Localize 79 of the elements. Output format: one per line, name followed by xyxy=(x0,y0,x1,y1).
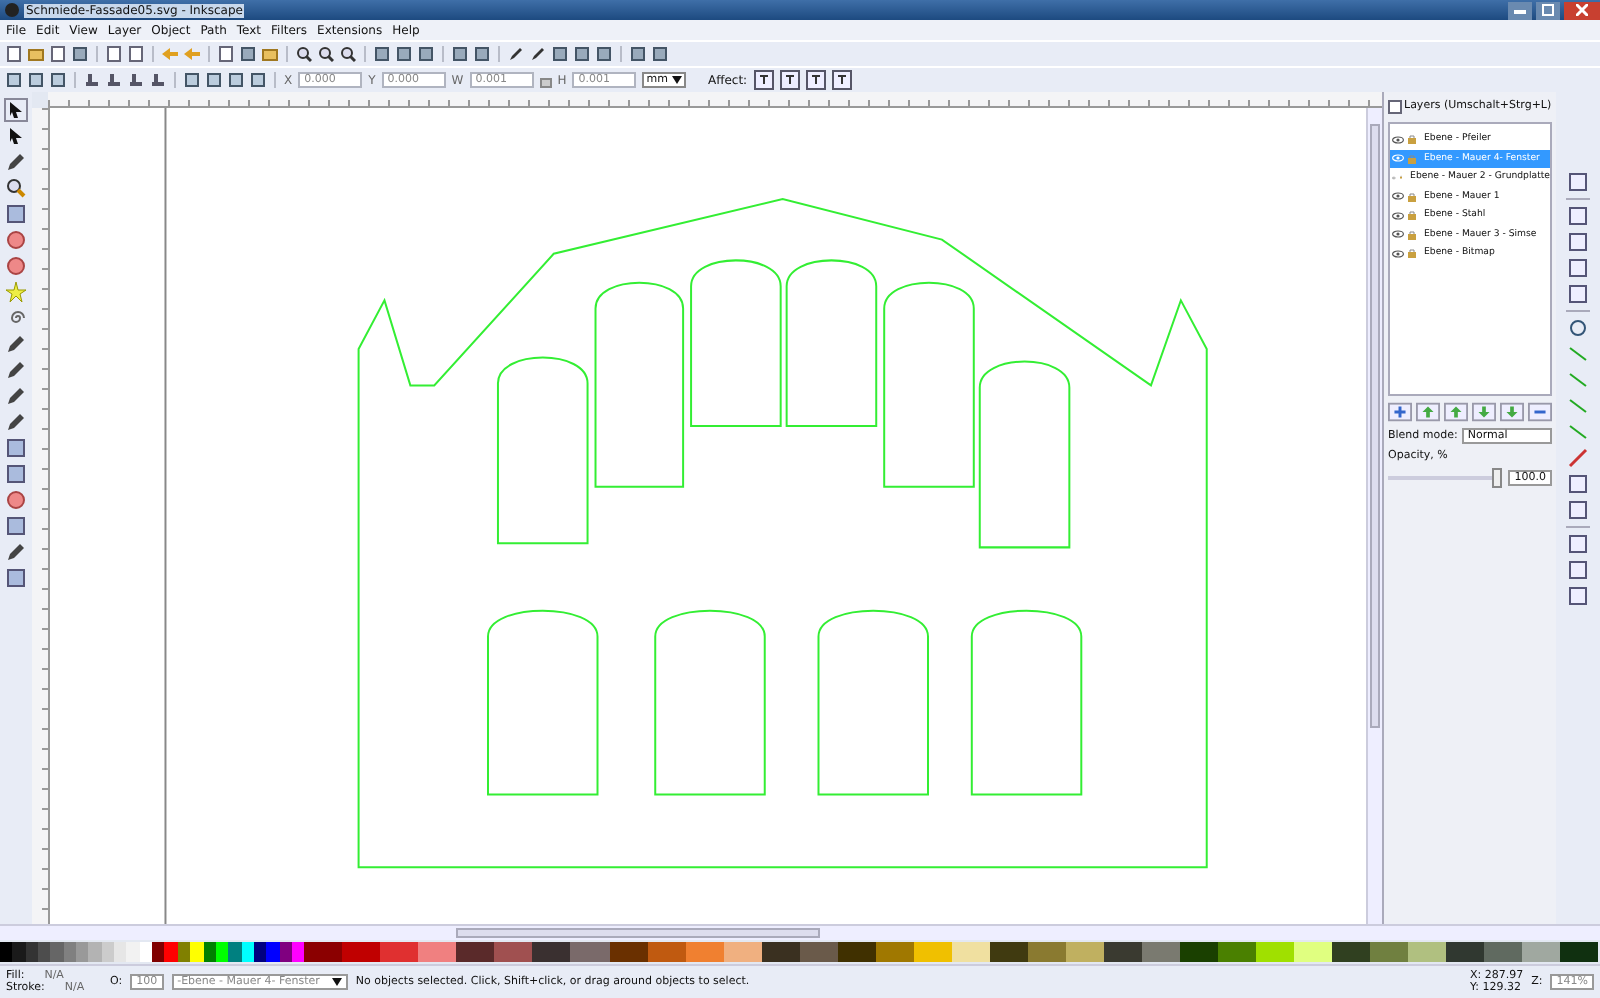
square-icon[interactable] xyxy=(1568,560,1588,580)
square-icon[interactable] xyxy=(184,72,200,88)
folder-icon[interactable] xyxy=(262,46,278,62)
up-arrow-icon[interactable] xyxy=(1416,402,1440,422)
affect-toggle-icon[interactable] xyxy=(831,70,852,90)
app-icon xyxy=(4,2,20,18)
square-icon[interactable] xyxy=(250,72,266,88)
down-arrow-icon[interactable] xyxy=(1472,402,1496,422)
eye-icon[interactable] xyxy=(1392,135,1404,144)
square-icon[interactable] xyxy=(374,46,390,62)
color-palette[interactable] xyxy=(0,942,1600,962)
circle-icon[interactable] xyxy=(6,256,26,276)
eye-icon[interactable] xyxy=(1392,230,1404,239)
square-icon[interactable] xyxy=(6,204,26,224)
eye-icon[interactable] xyxy=(1392,192,1404,201)
affect-toggle-icon[interactable] xyxy=(805,70,826,90)
caret-icon xyxy=(331,978,342,986)
square-icon[interactable] xyxy=(6,516,26,536)
square-icon[interactable] xyxy=(1568,500,1588,520)
slider-thumb[interactable] xyxy=(1492,468,1503,488)
circle-icon[interactable] xyxy=(1568,318,1588,338)
maximize-button[interactable] xyxy=(1536,1,1560,19)
square-icon[interactable] xyxy=(240,46,256,62)
square-icon[interactable] xyxy=(630,46,646,62)
minimize-icon xyxy=(1514,7,1526,13)
square-icon[interactable] xyxy=(6,438,26,458)
square-icon[interactable] xyxy=(6,568,26,588)
square-icon[interactable] xyxy=(652,46,668,62)
minus-icon[interactable] xyxy=(1528,402,1552,422)
star-icon[interactable] xyxy=(6,282,26,302)
square-icon[interactable] xyxy=(1568,206,1588,226)
eye-icon[interactable] xyxy=(1392,211,1404,220)
magnifier-icon[interactable] xyxy=(296,46,312,62)
page-icon[interactable] xyxy=(218,46,234,62)
square-icon[interactable] xyxy=(1568,172,1588,192)
eye-icon[interactable] xyxy=(1392,249,1404,258)
spiral-icon[interactable] xyxy=(6,308,26,328)
layers-icon xyxy=(1388,99,1402,113)
square-icon[interactable] xyxy=(1568,284,1588,304)
square-icon[interactable] xyxy=(474,46,490,62)
square-icon[interactable] xyxy=(28,72,44,88)
square-icon[interactable] xyxy=(1568,534,1588,554)
square-icon[interactable] xyxy=(6,464,26,484)
circle-icon[interactable] xyxy=(6,490,26,510)
down-arrow-icon[interactable] xyxy=(1500,402,1524,422)
square-icon[interactable] xyxy=(206,72,222,88)
square-icon[interactable] xyxy=(72,46,88,62)
page-icon[interactable] xyxy=(6,46,22,62)
plus-icon[interactable] xyxy=(1388,402,1412,422)
square-icon[interactable] xyxy=(1568,474,1588,494)
square-icon[interactable] xyxy=(1568,258,1588,278)
magnifier-icon[interactable] xyxy=(340,46,356,62)
caret-icon xyxy=(671,76,682,84)
magnifier-icon[interactable] xyxy=(6,178,26,198)
square-icon[interactable] xyxy=(574,46,590,62)
affect-toggle-icon[interactable] xyxy=(779,70,800,90)
maximize-icon xyxy=(1542,4,1554,16)
square-icon[interactable] xyxy=(50,72,66,88)
magnifier-icon[interactable] xyxy=(318,46,334,62)
square-icon[interactable] xyxy=(396,46,412,62)
close-icon xyxy=(1576,4,1588,16)
square-icon[interactable] xyxy=(1568,586,1588,606)
affect-toggle-icon[interactable] xyxy=(753,70,774,90)
folder-icon[interactable] xyxy=(28,46,44,62)
close-button[interactable] xyxy=(1564,1,1600,19)
page-icon[interactable] xyxy=(50,46,66,62)
minimize-button[interactable] xyxy=(1508,1,1532,19)
lock-icon[interactable] xyxy=(539,72,552,88)
horizontal-scrollbar[interactable] xyxy=(0,924,1600,940)
square-icon[interactable] xyxy=(1568,232,1588,252)
square-icon[interactable] xyxy=(228,72,244,88)
up-arrow-icon[interactable] xyxy=(1444,402,1468,422)
vertical-scrollbar[interactable] xyxy=(1366,108,1382,924)
square-icon[interactable] xyxy=(552,46,568,62)
square-icon[interactable] xyxy=(452,46,468,62)
circle-icon[interactable] xyxy=(6,230,26,250)
square-icon[interactable] xyxy=(6,72,22,88)
square-icon[interactable] xyxy=(418,46,434,62)
square-icon[interactable] xyxy=(596,46,612,62)
